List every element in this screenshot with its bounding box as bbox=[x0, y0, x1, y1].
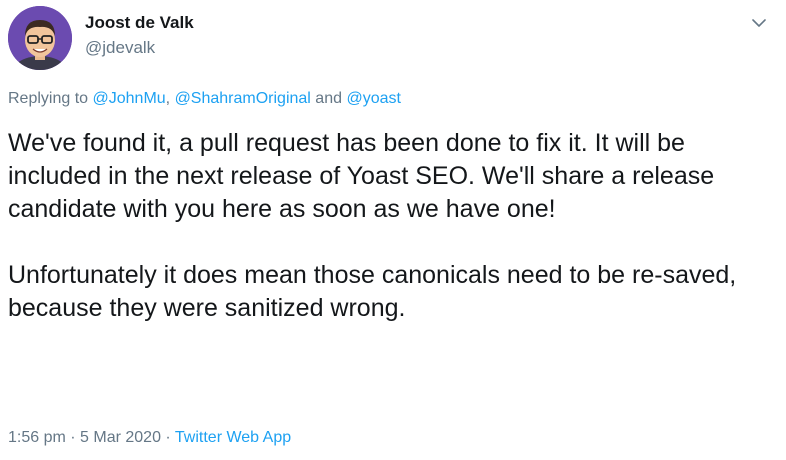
mention-johnmu[interactable]: @JohnMu bbox=[93, 90, 166, 107]
mention-shahramoriginal[interactable]: @ShahramOriginal bbox=[175, 90, 311, 107]
mention-yoast[interactable]: @yoast bbox=[346, 90, 400, 107]
tweet-source[interactable]: Twitter Web App bbox=[175, 429, 291, 446]
replying-to: Replying to @JohnMu, @ShahramOriginal an… bbox=[8, 88, 401, 110]
meta-separator: · bbox=[160, 429, 175, 446]
tweet-paragraph: We've found it, a pull request has been … bbox=[8, 129, 715, 223]
chevron-down-icon[interactable] bbox=[748, 12, 770, 34]
replying-to-prefix: Replying to bbox=[8, 90, 93, 107]
tweet-date[interactable]: 5 Mar 2020 bbox=[80, 429, 161, 446]
author-handle[interactable]: @jdevalk bbox=[85, 37, 194, 59]
avatar[interactable] bbox=[8, 6, 72, 70]
meta-separator: · bbox=[65, 429, 81, 446]
tweet-meta: 1:56 pm · 5 Mar 2020 · Twitter Web App bbox=[8, 427, 291, 449]
reply-separator: and bbox=[310, 90, 347, 107]
reply-separator: , bbox=[165, 90, 175, 107]
author-display-name[interactable]: Joost de Valk bbox=[85, 12, 194, 34]
tweet-text: We've found it, a pull request has been … bbox=[8, 127, 780, 325]
author-block: Joost de Valk @jdevalk bbox=[85, 12, 194, 59]
tweet-card: Joost de Valk @jdevalk Replying to @John… bbox=[0, 0, 786, 460]
tweet-paragraph: Unfortunately it does mean those canonic… bbox=[8, 261, 737, 322]
tweet-time[interactable]: 1:56 pm bbox=[8, 429, 66, 446]
